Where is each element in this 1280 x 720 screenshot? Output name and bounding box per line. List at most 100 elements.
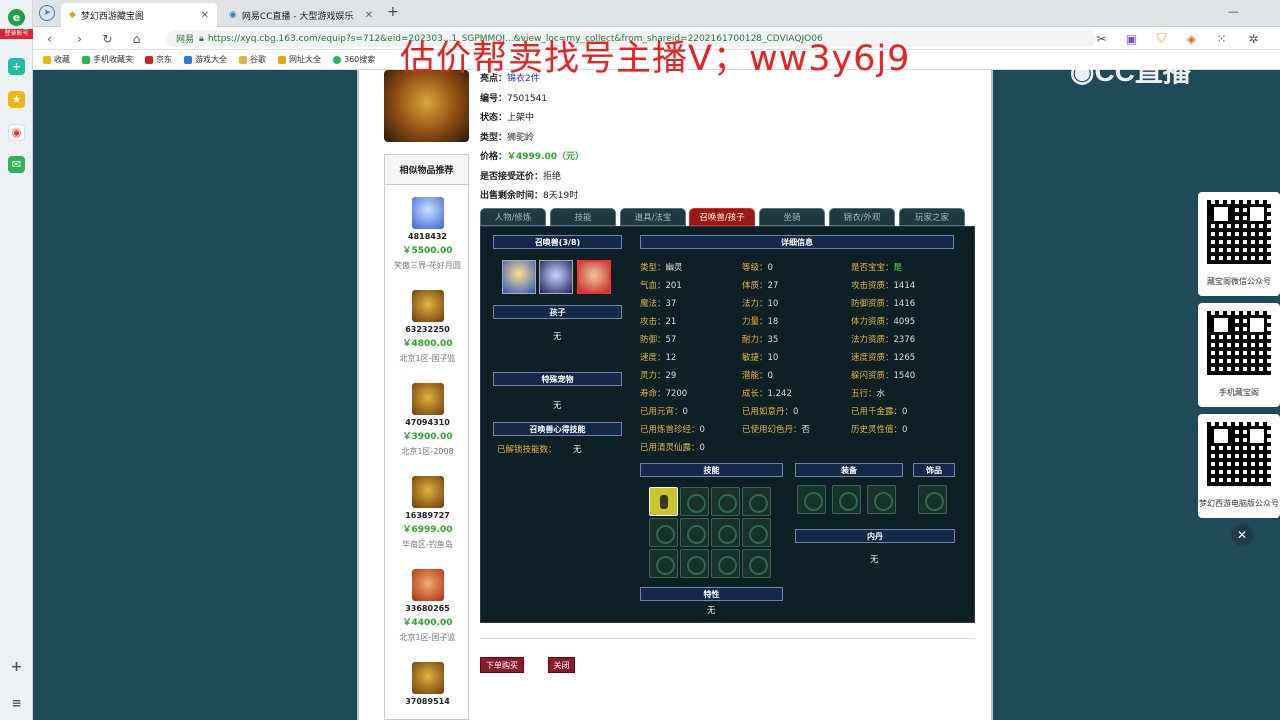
skill-slot[interactable]	[680, 487, 709, 516]
tab-character[interactable]: 人物/修炼	[480, 208, 546, 226]
bookmark-item[interactable]: 游戏大全	[184, 54, 227, 65]
grid-icon[interactable]: ⁙	[1213, 30, 1230, 47]
tab-cc[interactable]: ◉ 网易CC直播 - 大型游戏娱乐直播 ✕	[221, 3, 381, 27]
summon-panel: 召唤兽(3/8) 孩子 无 特殊宠物 无 召唤兽心得技能 已解锁技能数： 无 详…	[480, 226, 975, 623]
attr-value: 10	[767, 353, 779, 363]
skill-slot[interactable]	[711, 487, 740, 516]
minimize-icon[interactable]: —	[1228, 5, 1239, 18]
scissors-icon[interactable]: ✂	[1093, 30, 1110, 47]
nav-arrow-icon[interactable]: ➤	[39, 5, 55, 21]
add-icon[interactable]: +	[8, 658, 25, 675]
home-icon[interactable]: ⌂	[128, 30, 145, 47]
bargain-value: 拒绝	[543, 171, 562, 182]
tab-label: 网易CC直播 - 大型游戏娱乐直播	[241, 11, 354, 22]
qr-card[interactable]: 藏宝阁微信公众号	[1198, 192, 1280, 296]
bookmark-label: 游戏大全	[195, 55, 227, 64]
skill-slot[interactable]	[711, 518, 740, 547]
extension-icon[interactable]: ▣	[1123, 30, 1140, 47]
mail-icon[interactable]: ✉	[8, 156, 25, 173]
skill-slot[interactable]	[711, 549, 740, 578]
attr-item: 法力：10	[742, 297, 778, 309]
skill-slot[interactable]	[649, 549, 678, 578]
attr-item: 法力资质：2376	[851, 333, 915, 345]
star-icon[interactable]: ★	[8, 91, 25, 108]
skill-slot[interactable]	[680, 518, 709, 547]
equip-slot[interactable]	[832, 485, 861, 514]
qr-card[interactable]: 梦幻西游电脑版公众号	[1198, 414, 1280, 518]
attr-key: 已用炼兽珍经：	[640, 425, 700, 435]
browser-logo-icon[interactable]: e	[8, 9, 25, 26]
recommend-item[interactable]: 16389727 ￥6999.00 华南区-钓鱼岛	[385, 476, 470, 550]
recommend-item[interactable]: 63232250 ￥4800.00 北京1区-国子监	[385, 290, 470, 364]
attr-item: 灵力：29	[640, 369, 676, 381]
equip-slot[interactable]	[867, 485, 896, 514]
back-icon[interactable]: ‹	[41, 30, 58, 47]
skill-slot[interactable]	[742, 518, 771, 547]
attr-value: 27	[767, 281, 779, 291]
attr-value: 29	[665, 371, 677, 381]
summon-header: 召唤兽(3/8)	[493, 235, 622, 249]
recommend-item[interactable]: 37089514	[385, 662, 470, 706]
recommend-item[interactable]: 33680265 ￥4400.00 北京1区-国子监	[385, 569, 470, 643]
tab-skills[interactable]: 技能	[550, 208, 616, 226]
attr-item: 已用清灵仙露：0	[640, 441, 705, 453]
attr-value: 1.242	[767, 389, 792, 399]
attr-key: 是否宝宝：	[851, 263, 894, 273]
ad-close-icon[interactable]: ✕	[1231, 524, 1253, 546]
bookmark-item[interactable]: 收藏	[43, 54, 70, 65]
child-value: 无	[553, 332, 562, 342]
tab-mounts[interactable]: 坐骑	[759, 208, 825, 226]
bookmark-item[interactable]: 京东	[145, 54, 172, 65]
bookmark-item[interactable]: 手机收藏夹	[82, 54, 133, 65]
tab-summons[interactable]: 召唤兽/孩子	[689, 208, 755, 226]
menu-icon[interactable]: ≡	[8, 694, 25, 711]
web-icon	[278, 55, 286, 64]
tab-items[interactable]: 道具/法宝	[620, 208, 686, 226]
attr-value: 幽灵	[665, 263, 683, 273]
bookmark-item[interactable]: 谷歌	[239, 54, 266, 65]
summon-thumb[interactable]	[502, 260, 536, 294]
shield-icon[interactable]: ⛉	[1153, 30, 1170, 47]
attr-key: 已用元宵：	[640, 407, 683, 417]
cc-logo-icon: ◉	[1070, 56, 1095, 87]
attr-value: 35	[767, 335, 779, 345]
forward-icon[interactable]: ›	[71, 30, 88, 47]
skill-icon[interactable]	[649, 487, 678, 516]
skill-slot[interactable]	[680, 549, 709, 578]
new-tab-button[interactable]: +	[387, 4, 399, 20]
skill-slot[interactable]	[649, 518, 678, 547]
attr-key: 灵力：	[640, 371, 666, 381]
bookmark-item[interactable]: 网址大全	[278, 54, 321, 65]
attr-item: 防御：57	[640, 333, 676, 345]
buy-button[interactable]: 下单购买	[480, 657, 524, 673]
recommend-item[interactable]: 47094310 ￥3900.00 北京1区-2008	[385, 383, 470, 457]
qr-label: 手机藏宝阁	[1219, 388, 1259, 397]
summon-thumb-selected[interactable]	[577, 260, 611, 294]
jd-icon	[145, 55, 153, 64]
summon-thumb[interactable]	[539, 260, 573, 294]
close-tab-icon[interactable]: ✕	[365, 10, 373, 21]
login-label[interactable]: 登录账号	[0, 29, 33, 39]
skill-slot[interactable]	[742, 549, 771, 578]
skill-slot[interactable]	[742, 487, 771, 516]
game-icon[interactable]: ◈	[1183, 30, 1200, 47]
special-header: 特殊宠物	[493, 372, 622, 386]
recommend-item[interactable]: 4818432 ￥5500.00 笑傲三界-花好月圆	[385, 197, 470, 271]
plus-tool-icon[interactable]: +	[8, 58, 25, 75]
attr-item: 躲闪资质：1540	[851, 369, 915, 381]
attr-value: 21	[665, 317, 677, 327]
tab-cbg[interactable]: ◆ 梦幻西游藏宝阁 ✕	[61, 3, 217, 27]
close-button[interactable]: 关闭	[548, 657, 575, 673]
type-label: 类型：	[480, 132, 508, 143]
qr-card[interactable]: 手机藏宝阁	[1198, 303, 1280, 407]
tab-home[interactable]: 玩家之家	[899, 208, 965, 226]
equip-slot[interactable]	[797, 485, 826, 514]
attr-item: 体质：27	[742, 279, 778, 291]
tab-outfits[interactable]: 锦衣/外观	[829, 208, 895, 226]
weibo-icon[interactable]: ◉	[8, 124, 25, 141]
close-tab-icon[interactable]: ✕	[201, 10, 209, 21]
settings-icon[interactable]: ✲	[1245, 30, 1262, 47]
ornament-slot[interactable]	[918, 485, 947, 514]
bookmark-item[interactable]: 360搜索	[333, 54, 375, 65]
reload-icon[interactable]: ↻	[99, 30, 116, 47]
